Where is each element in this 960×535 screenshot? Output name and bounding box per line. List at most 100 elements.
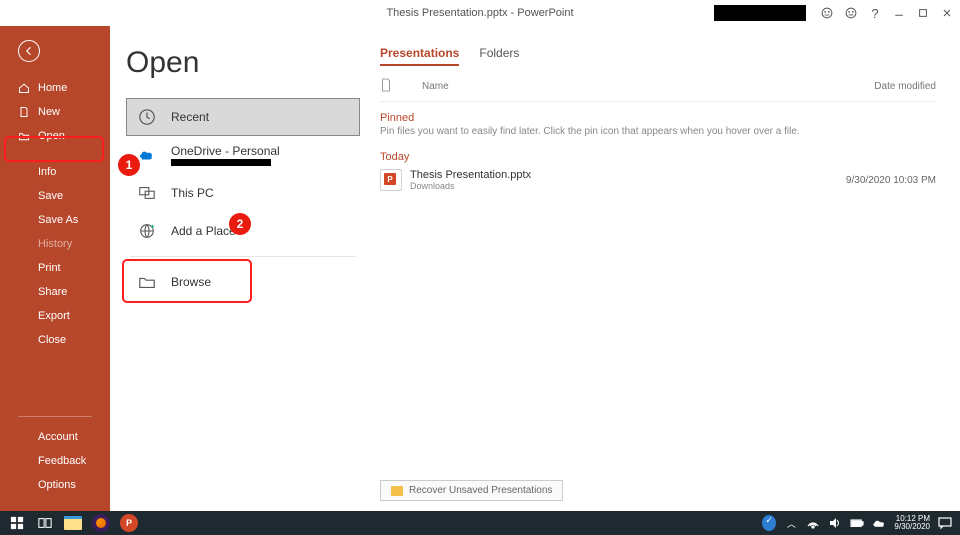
taskbar-clock[interactable]: 10:12 PM 9/30/2020 [894,515,930,531]
sidebar-item-options[interactable]: Options [0,473,110,497]
security-tray-icon[interactable] [762,516,776,530]
sidebar-item-new[interactable]: New [0,100,110,124]
titlebar-controls: ? [714,5,954,21]
powerpoint-taskbar[interactable]: P [116,512,142,534]
face-smile-icon[interactable] [820,6,834,20]
sidebar-item-label: Options [38,479,76,491]
source-label: Browse [171,275,211,289]
folder-open-icon [18,130,30,142]
arrow-left-icon [23,45,35,57]
sidebar-item-label: Share [38,286,67,298]
clock-icon [137,107,157,127]
sidebar-item-label: New [38,106,60,118]
sidebar-item-open[interactable]: Open [0,124,110,148]
divider [130,256,356,257]
task-view-button[interactable] [32,512,58,534]
onedrive-icon [137,145,157,165]
addplace-icon [137,221,157,241]
open-sources-panel: Open 1 Recent OneDrive - Personal This P… [110,26,370,511]
sidebar-item-label: Close [38,334,66,346]
sidebar-item-history[interactable]: History [0,232,110,256]
sidebar-item-label: Export [38,310,70,322]
tab-folders[interactable]: Folders [479,46,519,66]
sidebar-item-print[interactable]: Print [0,256,110,280]
sidebar-item-account[interactable]: Account [0,425,110,449]
sidebar-item-info[interactable]: Info [0,160,110,184]
volume-icon[interactable] [828,516,842,530]
powerpoint-file-icon [380,169,402,191]
onedrive-tray-icon[interactable] [872,516,886,530]
sidebar-item-close[interactable]: Close [0,328,110,352]
sidebar-item-label: Save As [38,214,78,226]
sidebar-item-saveas[interactable]: Save As [0,208,110,232]
folder-icon [64,516,82,530]
sidebar-item-export[interactable]: Export [0,304,110,328]
sidebar-item-label: Save [38,190,63,202]
face-neutral-icon[interactable] [844,6,858,20]
sidebar-item-feedback[interactable]: Feedback [0,449,110,473]
column-name[interactable]: Name [422,81,449,92]
file-list-header: Name Date modified [380,74,936,102]
document-icon [380,78,392,95]
firefox-taskbar[interactable] [88,512,114,534]
source-label: Recent [171,110,209,124]
source-recent[interactable]: Recent [126,98,360,136]
pinned-hint: Pin files you want to easily find later.… [380,126,936,137]
start-button[interactable] [4,512,30,534]
file-row[interactable]: Thesis Presentation.pptx Downloads 9/30/… [380,163,936,197]
help-icon[interactable]: ? [868,6,882,20]
windows-taskbar: P ︿ 10:12 PM 9/30/2020 [0,511,960,535]
file-list-panel: Presentations Folders Name Date modified… [370,26,960,511]
sidebar-item-save[interactable]: Save [0,184,110,208]
column-date[interactable]: Date modified [874,81,936,92]
section-pinned: Pinned [380,112,936,124]
sidebar-item-home[interactable]: Home [0,76,110,100]
file-date: 9/30/2020 10:03 PM [846,175,936,186]
file-name: Thesis Presentation.pptx [410,169,531,181]
home-icon [18,82,30,94]
folder-icon [137,272,157,292]
source-label: Add a Place [171,224,236,238]
sidebar-item-label: Open [38,130,65,142]
battery-icon[interactable] [850,516,864,530]
minimize-button[interactable] [892,6,906,20]
sidebar-item-share[interactable]: Share [0,280,110,304]
file-explorer-taskbar[interactable] [60,512,86,534]
powerpoint-icon: P [120,514,138,532]
titlebar: Thesis Presentation.pptx - PowerPoint ? [0,0,960,26]
action-center-icon[interactable] [938,516,952,530]
sidebar-item-label: Info [38,166,56,178]
account-redacted [714,5,806,21]
close-button[interactable] [940,6,954,20]
sidebar-item-label: History [38,238,72,250]
button-label: Recover Unsaved Presentations [409,485,552,496]
divider [18,416,92,417]
account-redacted [171,159,271,166]
chevron-up-icon[interactable]: ︿ [784,516,798,530]
sidebar-item-label: Feedback [38,455,86,467]
powerpoint-backstage: Thesis Presentation.pptx - PowerPoint ? … [0,0,960,511]
document-icon [18,106,30,118]
backstage-body: Home New Open Info Save Save As History … [0,26,960,511]
recover-unsaved-button[interactable]: Recover Unsaved Presentations [380,480,563,501]
tabs: Presentations Folders [380,46,936,66]
source-onedrive[interactable]: OneDrive - Personal [126,136,360,174]
network-icon[interactable] [806,516,820,530]
sidebar-item-label: Print [38,262,61,274]
source-addplace[interactable]: Add a Place 2 [126,212,360,250]
sidebar: Home New Open Info Save Save As History … [0,26,110,511]
annotation-callout-1: 1 [118,154,140,176]
maximize-button[interactable] [916,6,930,20]
sidebar-item-label: Account [38,431,78,443]
tab-presentations[interactable]: Presentations [380,46,459,66]
source-label: This PC [171,186,214,200]
source-label: OneDrive - Personal [171,144,280,158]
source-thispc[interactable]: This PC [126,174,360,212]
file-location: Downloads [410,181,531,191]
source-browse[interactable]: Browse [126,263,360,301]
window-title: Thesis Presentation.pptx - PowerPoint [386,7,573,19]
system-tray: ︿ 10:12 PM 9/30/2020 [762,515,960,531]
thispc-icon [137,183,157,203]
back-button[interactable] [18,40,40,62]
section-today: Today [380,151,936,163]
